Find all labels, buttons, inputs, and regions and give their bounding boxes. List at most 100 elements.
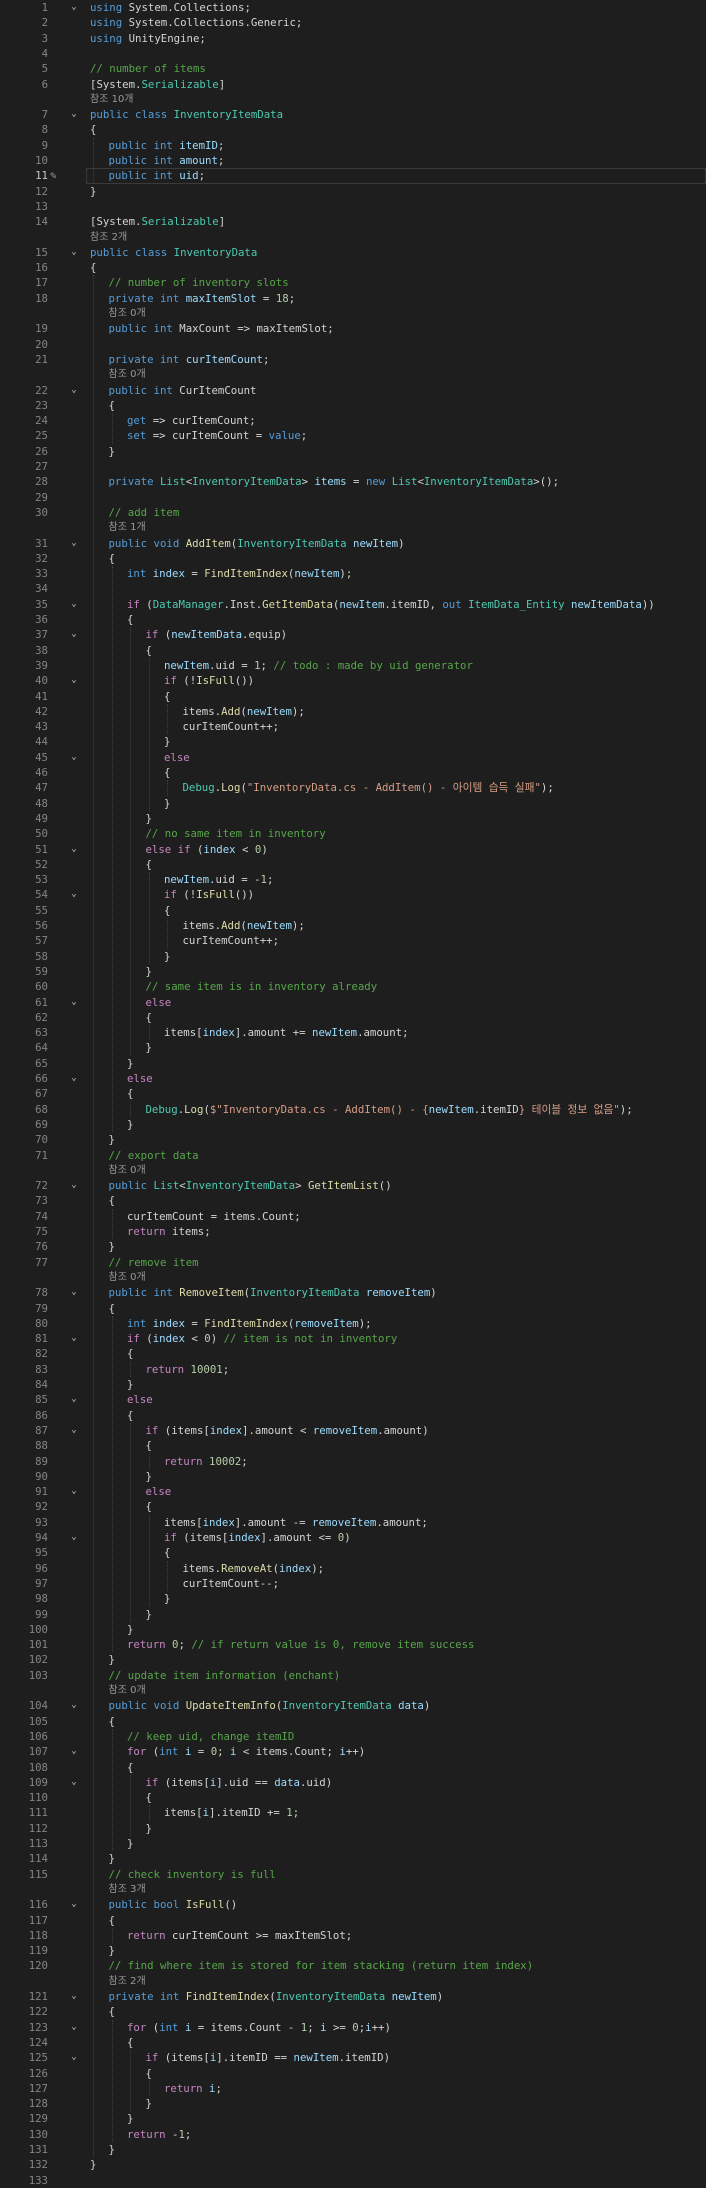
fold-chevron-icon[interactable]: ⌄: [68, 536, 80, 551]
code-line[interactable]: 28 private List<InventoryItemData> items …: [0, 474, 706, 489]
code-line[interactable]: 100}: [0, 1622, 706, 1637]
code-line[interactable]: 36 {: [0, 612, 706, 627]
codelens-label[interactable]: 참조 3개: [109, 1882, 146, 1897]
code-line[interactable]: 64}: [0, 1040, 706, 1055]
fold-chevron-icon[interactable]: ⌄: [68, 245, 80, 260]
code-line[interactable]: 97 curItemCount--;: [0, 1576, 706, 1591]
code-line[interactable]: 122 {: [0, 2004, 706, 2019]
codelens-reference-count[interactable]: 참조 2개: [0, 230, 706, 245]
fold-chevron-icon[interactable]: ⌄: [68, 1392, 80, 1407]
code-line[interactable]: 116 ⌄ public bool IsFull(): [0, 1897, 706, 1912]
code-line[interactable]: 60 // same item is in inventory already: [0, 979, 706, 994]
code-line[interactable]: 14 [System.Serializable]: [0, 214, 706, 229]
code-line[interactable]: 123 ⌄ for (int i = items.Count - 1; i >= 0…: [0, 2020, 706, 2035]
code-line[interactable]: 65}: [0, 1056, 706, 1071]
code-line[interactable]: 73 {: [0, 1193, 706, 1208]
code-line[interactable]: 95 {: [0, 1545, 706, 1560]
code-line[interactable]: 76}: [0, 1239, 706, 1254]
code-line[interactable]: 91 ⌄ else: [0, 1484, 706, 1499]
code-line[interactable]: 15 ⌄ public class InventoryData: [0, 245, 706, 260]
fold-chevron-icon[interactable]: ⌄: [68, 1285, 80, 1300]
codelens-reference-count[interactable]: 참조 10개: [0, 92, 706, 107]
code-line[interactable]: 20: [0, 337, 706, 352]
code-line[interactable]: 45 ⌄ else: [0, 750, 706, 765]
code-line[interactable]: 44}: [0, 734, 706, 749]
code-line[interactable]: 46 {: [0, 765, 706, 780]
codelens-label[interactable]: 참조 10개: [90, 92, 134, 107]
code-line[interactable]: 114}: [0, 1851, 706, 1866]
code-line[interactable]: 103 // update item information (enchant): [0, 1668, 706, 1683]
code-line[interactable]: 26}: [0, 444, 706, 459]
fold-chevron-icon[interactable]: ⌄: [68, 750, 80, 765]
code-line[interactable]: 128}: [0, 2096, 706, 2111]
code-line[interactable]: 127 return i;: [0, 2081, 706, 2096]
code-line[interactable]: 110 {: [0, 1790, 706, 1805]
code-line[interactable]: 8{: [0, 122, 706, 137]
code-line[interactable]: 125 ⌄ if (items[i].itemID == newItem.itemI…: [0, 2050, 706, 2065]
code-line[interactable]: 82 {: [0, 1346, 706, 1361]
fold-chevron-icon[interactable]: ⌄: [68, 597, 80, 612]
code-line[interactable]: 69}: [0, 1117, 706, 1132]
code-line[interactable]: 40 ⌄ if (!IsFull()): [0, 673, 706, 688]
codelens-reference-count[interactable]: 참조 0개: [0, 306, 706, 321]
code-line[interactable]: 32 {: [0, 551, 706, 566]
code-line[interactable]: 83 return 10001;: [0, 1362, 706, 1377]
code-line[interactable]: 107 ⌄ for (int i = 0; i < items.Count; i++…: [0, 1744, 706, 1759]
code-line[interactable]: 2 using System.Collections.Generic;: [0, 15, 706, 30]
codelens-reference-count[interactable]: 참조 2개: [0, 1974, 706, 1989]
fold-chevron-icon[interactable]: ⌄: [68, 887, 80, 902]
code-line[interactable]: 17 // number of inventory slots: [0, 275, 706, 290]
code-line[interactable]: 129}: [0, 2111, 706, 2126]
code-line[interactable]: 35 ⌄ if (DataManager.Inst.GetItemData(newI…: [0, 597, 706, 612]
codelens-reference-count[interactable]: 참조 0개: [0, 1683, 706, 1698]
code-line[interactable]: 18 private int maxItemSlot = 18;: [0, 291, 706, 306]
code-line[interactable]: 105 {: [0, 1714, 706, 1729]
code-line[interactable]: 99}: [0, 1607, 706, 1622]
code-line[interactable]: 57 curItemCount++;: [0, 933, 706, 948]
fold-chevron-icon[interactable]: ⌄: [68, 673, 80, 688]
code-line[interactable]: 78 ⌄ public int RemoveItem(InventoryItemDa…: [0, 1285, 706, 1300]
codelens-label[interactable]: 참조 0개: [109, 367, 146, 382]
code-line[interactable]: 115 // check inventory is full: [0, 1867, 706, 1882]
code-line[interactable]: 52 {: [0, 857, 706, 872]
code-line[interactable]: 30 // add item: [0, 505, 706, 520]
code-line[interactable]: 12}: [0, 184, 706, 199]
code-line[interactable]: 88 {: [0, 1438, 706, 1453]
code-line[interactable]: 120 // find where item is stored for item…: [0, 1958, 706, 1973]
code-line[interactable]: 72 ⌄ public List<InventoryItemData> GetIte…: [0, 1178, 706, 1193]
code-line[interactable]: 1 ⌄ using System.Collections;: [0, 0, 706, 15]
code-line[interactable]: 89 return 10002;: [0, 1454, 706, 1469]
codelens-reference-count[interactable]: 참조 1개: [0, 520, 706, 535]
fold-chevron-icon[interactable]: ⌄: [68, 1897, 80, 1912]
code-line[interactable]: 86 {: [0, 1408, 706, 1423]
code-line[interactable]: 109 ⌄ if (items[i].uid == data.uid): [0, 1775, 706, 1790]
code-line[interactable]: 25 set => curItemCount = value;: [0, 428, 706, 443]
code-line[interactable]: 53 newItem.uid = -1;: [0, 872, 706, 887]
code-line[interactable]: 74 curItemCount = items.Count;: [0, 1209, 706, 1224]
fold-chevron-icon[interactable]: ⌄: [68, 1744, 80, 1759]
fold-chevron-icon[interactable]: ⌄: [68, 0, 80, 15]
code-line[interactable]: 61 ⌄ else: [0, 995, 706, 1010]
code-line[interactable]: 37 ⌄ if (newItemData.equip): [0, 627, 706, 642]
code-line[interactable]: 96 items.RemoveAt(index);: [0, 1561, 706, 1576]
code-line[interactable]: 7 ⌄ public class InventoryItemData: [0, 107, 706, 122]
fold-chevron-icon[interactable]: ⌄: [68, 842, 80, 857]
code-line[interactable]: 85 ⌄ else: [0, 1392, 706, 1407]
fold-chevron-icon[interactable]: ⌄: [68, 2050, 80, 2065]
codelens-reference-count[interactable]: 참조 0개: [0, 1270, 706, 1285]
code-line[interactable]: 113}: [0, 1836, 706, 1851]
code-line[interactable]: 38 {: [0, 643, 706, 658]
code-line[interactable]: 124 {: [0, 2035, 706, 2050]
code-line[interactable]: 132}: [0, 2157, 706, 2172]
code-line[interactable]: 121 ⌄ private int FindItemIndex(InventoryI…: [0, 1989, 706, 2004]
code-line[interactable]: 75 return items;: [0, 1224, 706, 1239]
codelens-label[interactable]: 참조 0개: [109, 306, 146, 321]
code-line[interactable]: 67 {: [0, 1086, 706, 1101]
code-line[interactable]: 79 {: [0, 1301, 706, 1316]
fold-chevron-icon[interactable]: ⌄: [68, 1178, 80, 1193]
code-line[interactable]: 101 return 0; // if return value is 0, re…: [0, 1637, 706, 1652]
code-line[interactable]: 23 {: [0, 398, 706, 413]
codelens-label[interactable]: 참조 2개: [109, 1974, 146, 1989]
code-line[interactable]: 94 ⌄ if (items[index].amount <= 0): [0, 1530, 706, 1545]
code-line[interactable]: 59}: [0, 964, 706, 979]
